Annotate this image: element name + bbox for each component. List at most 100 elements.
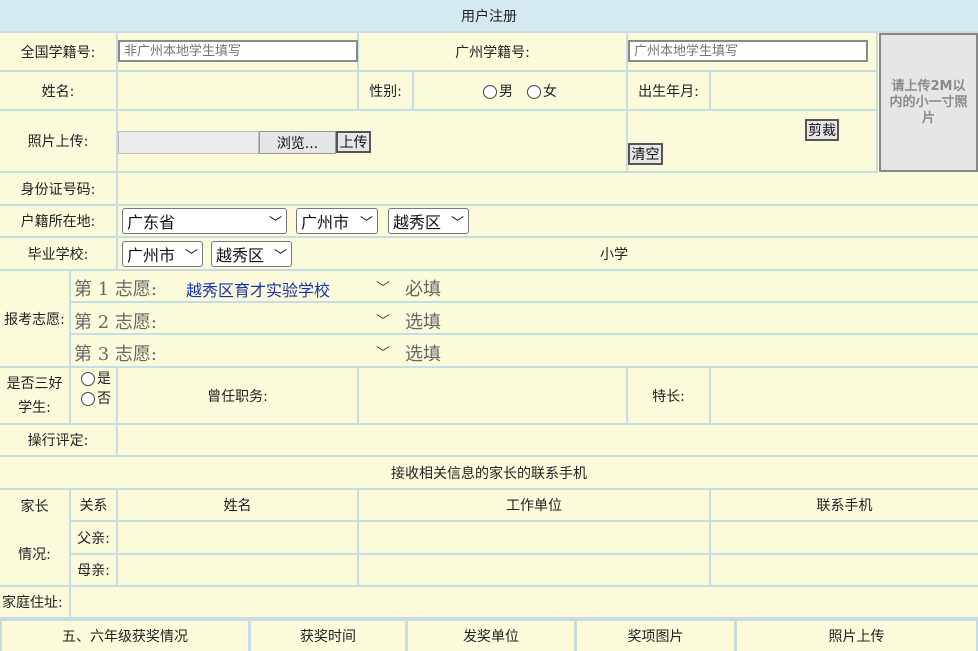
name-input-cell[interactable] — [118, 72, 359, 111]
mother-phone-cell[interactable] — [711, 555, 978, 587]
awards-header-image: 奖项图片 — [577, 621, 737, 651]
sanhao-no-radio[interactable]: 否 — [81, 388, 111, 408]
file-path-field[interactable] — [118, 131, 259, 154]
hukou-district-select[interactable]: 越秀区 ﹀ — [388, 208, 469, 234]
awards-header-period: 五、六年级获奖情况 — [2, 621, 251, 651]
sanhao-yes-radio[interactable]: 是 — [81, 368, 111, 388]
address-input-cell[interactable] — [71, 587, 978, 619]
parent-name-header: 姓名 — [118, 490, 359, 522]
photo-hint-text: 请上传2M以内的小一寸照片 — [889, 78, 968, 126]
awards-header-upload: 照片上传 — [737, 621, 976, 651]
duty-input-cell[interactable] — [359, 368, 628, 425]
radio-circle-icon — [81, 372, 95, 386]
idcard-label-text: 身份证号码: — [20, 181, 96, 198]
chevron-down-icon: ﹀ — [359, 216, 373, 231]
mother-name-cell[interactable] — [118, 555, 359, 587]
gender-label-text: 性别: — [369, 83, 402, 100]
chevron-down-icon: ﹀ — [273, 249, 287, 264]
mother-work-cell[interactable] — [359, 555, 711, 587]
photo-preview-box[interactable]: 请上传2M以内的小一寸照片 — [879, 33, 978, 172]
gz-id-input[interactable] — [628, 40, 868, 62]
hukou-province-select[interactable]: 广东省 ﹀ — [122, 208, 287, 234]
hukou-label: 户籍所在地: — [0, 206, 118, 238]
gender-male-radio[interactable]: 男 — [483, 81, 513, 101]
birth-label-text: 出生年月: — [638, 83, 699, 100]
chevron-down-icon[interactable]: ﹀ — [376, 278, 390, 298]
conduct-input-cell[interactable] — [118, 425, 978, 457]
parent-label-bottom: 情况: — [0, 522, 71, 587]
father-label: 父亲: — [71, 522, 118, 555]
awards-header-time: 获奖时间 — [251, 621, 408, 651]
national-id-label: 全国学籍号: — [0, 33, 118, 72]
school-district-select[interactable]: 越秀区 ﹀ — [211, 241, 292, 267]
talent-label-text: 特长: — [652, 388, 685, 405]
title-text: 用户注册 — [461, 8, 517, 25]
wish-1-required: 必填 — [405, 279, 441, 300]
conduct-label-text: 操行评定: — [27, 433, 89, 449]
wish-3-required: 选填 — [405, 344, 441, 365]
parent-label-text-1: 家长 — [20, 499, 49, 515]
school-label: 毕业学校: — [0, 238, 118, 271]
sanhao-label-text-2: 学生: — [18, 399, 51, 416]
hukou-province-value: 广东省 — [127, 213, 176, 232]
gender-female-radio[interactable]: 女 — [527, 81, 557, 101]
school-city-value: 广州市 — [127, 246, 176, 265]
wish-row-3[interactable] — [71, 335, 978, 368]
photo-label: 照片上传: — [0, 111, 118, 173]
mother-label-text: 母亲: — [77, 563, 110, 579]
chevron-down-icon: ﹀ — [450, 216, 464, 231]
male-text: 男 — [499, 83, 513, 100]
school-district-value: 越秀区 — [216, 246, 265, 265]
hukou-label-text: 户籍所在地: — [20, 214, 96, 230]
awards-header-issuer-text: 发奖单位 — [463, 629, 519, 645]
parent-section-text: 接收相关信息的家长的联系手机 — [391, 465, 587, 482]
photo-actions-cell — [628, 111, 878, 173]
father-phone-cell[interactable] — [711, 522, 978, 555]
no-text: 否 — [97, 391, 111, 407]
talent-label: 特长: — [628, 368, 711, 425]
hukou-district-value: 越秀区 — [393, 213, 442, 232]
female-text: 女 — [543, 83, 557, 100]
sanhao-label-text-1: 是否三好 — [6, 375, 63, 392]
mother-label: 母亲: — [71, 555, 118, 587]
chevron-down-icon[interactable]: ﹀ — [376, 343, 390, 363]
crop-button[interactable]: 剪裁 — [805, 119, 839, 141]
father-name-cell[interactable] — [118, 522, 359, 555]
chevron-down-icon[interactable]: ﹀ — [376, 311, 390, 331]
address-label-text: 家庭住址: — [2, 595, 63, 611]
wish-1-value-text: 越秀区育才实验学校 — [186, 281, 331, 300]
hukou-city-value: 广州市 — [301, 213, 350, 232]
father-work-cell[interactable] — [359, 522, 711, 555]
parent-section-title: 接收相关信息的家长的联系手机 — [0, 457, 978, 490]
name-label: 姓名: — [0, 72, 118, 111]
national-id-input[interactable] — [118, 40, 358, 62]
awards-header-period-text: 五、六年级获奖情况 — [62, 629, 188, 645]
wishes-label-text: 报考志愿: — [4, 311, 65, 328]
name-label-text: 姓名: — [41, 83, 75, 100]
talent-input-cell[interactable] — [711, 368, 978, 425]
idcard-input-cell[interactable] — [118, 173, 978, 206]
browse-button[interactable]: 浏览... — [259, 131, 336, 154]
school-city-select[interactable]: 广州市 ﹀ — [122, 241, 203, 267]
wish-1-label: 第 1 志愿: — [74, 279, 157, 300]
page-title: 用户注册 — [0, 0, 978, 33]
wish-1-value[interactable]: 越秀区育才实验学校 — [186, 277, 330, 301]
wish-row-2[interactable] — [71, 303, 978, 335]
yes-text: 是 — [97, 371, 111, 387]
radio-circle-icon — [527, 84, 541, 99]
parent-label-text-2: 情况: — [18, 546, 51, 563]
gender-label: 性别: — [359, 72, 414, 111]
birth-input-cell[interactable] — [711, 72, 878, 111]
parent-name-header-text: 姓名 — [223, 498, 252, 514]
birth-label: 出生年月: — [628, 72, 711, 111]
phone-header: 联系手机 — [711, 490, 978, 522]
chevron-down-icon: ﹀ — [268, 216, 282, 231]
awards-header-image-text: 奖项图片 — [627, 629, 684, 645]
clear-button[interactable]: 清空 — [628, 143, 663, 165]
hukou-city-select[interactable]: 广州市 ﹀ — [296, 208, 378, 234]
upload-button[interactable]: 上传 — [336, 131, 371, 153]
wish-2-required: 选填 — [405, 312, 441, 333]
parent-label-top: 家长 — [0, 490, 71, 522]
address-label: 家庭住址: — [0, 587, 71, 619]
wishes-label: 报考志愿: — [0, 271, 71, 368]
